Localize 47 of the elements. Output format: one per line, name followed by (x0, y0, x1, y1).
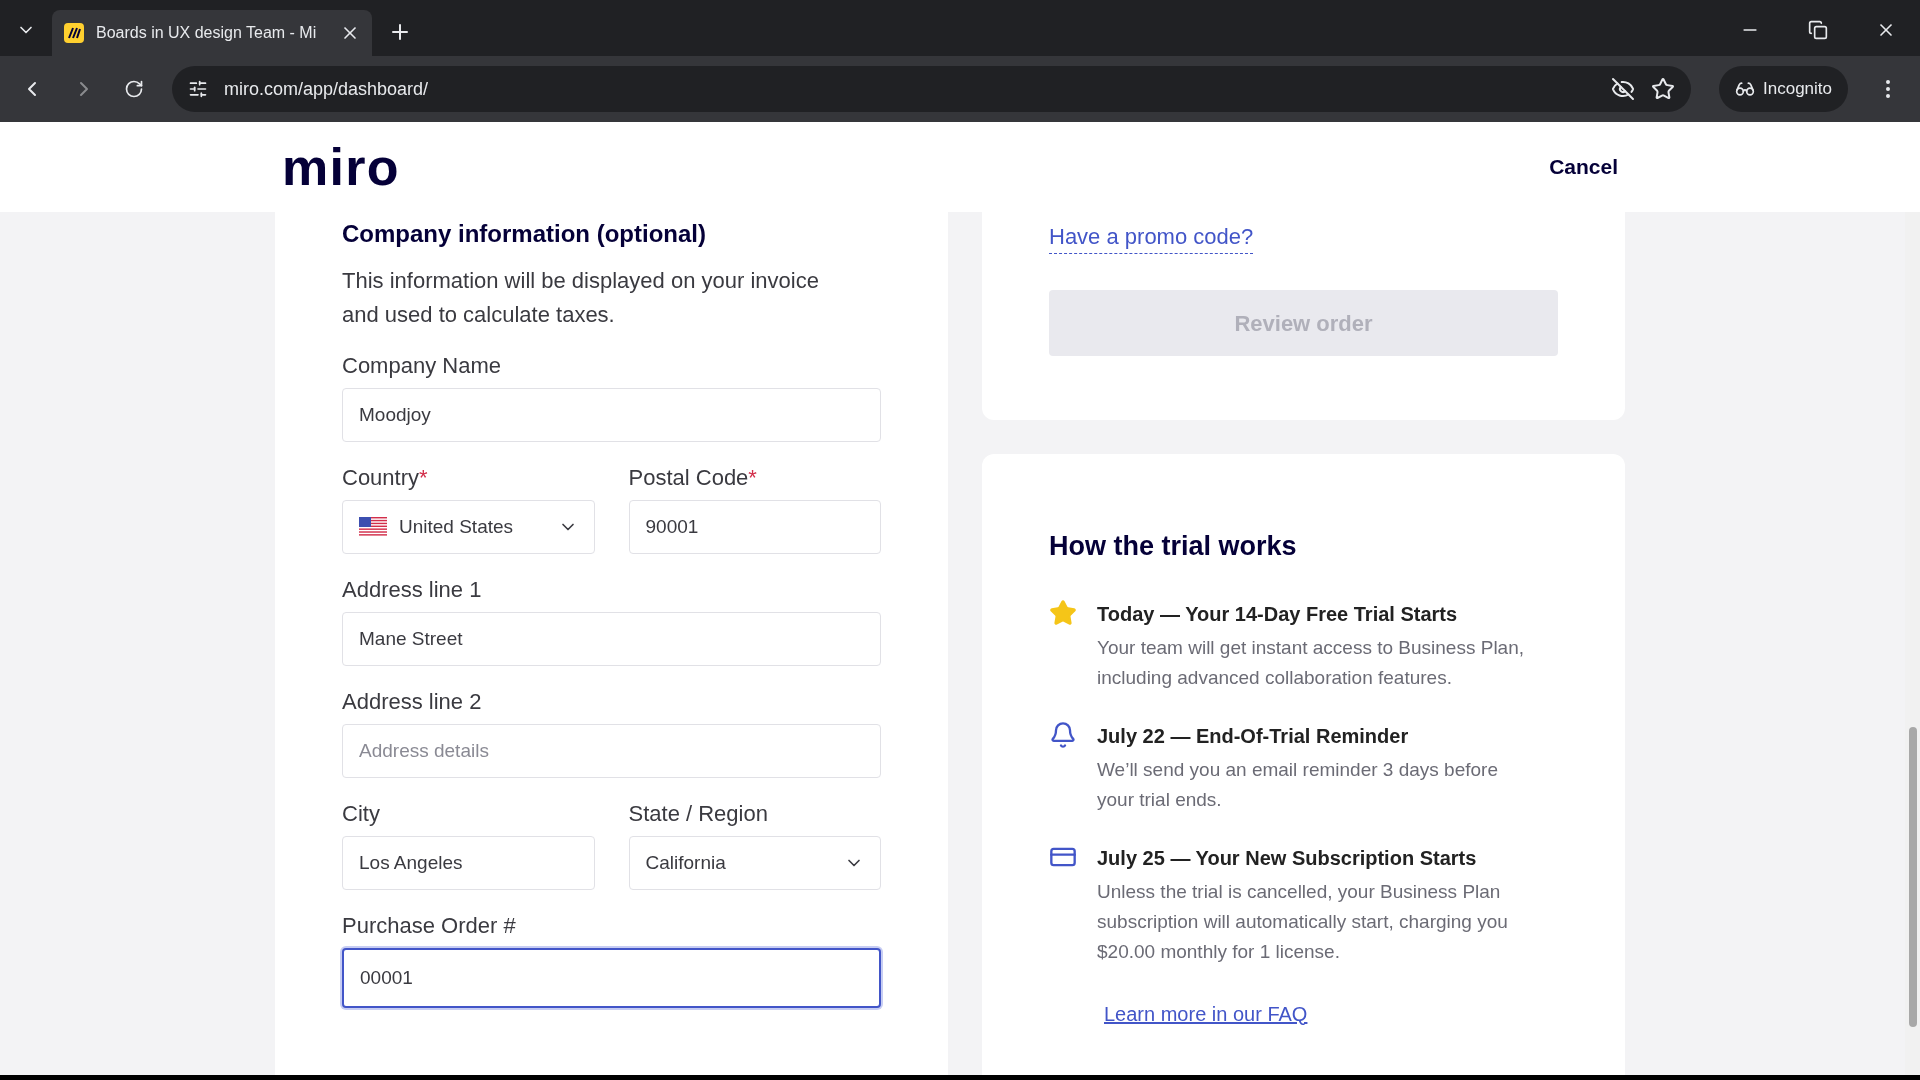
field-label: City (342, 800, 380, 828)
field-label: Purchase Order # (342, 912, 516, 940)
field-label: Address line 1 (342, 576, 482, 604)
site-settings-icon[interactable] (188, 79, 208, 99)
field-label: Postal Code (628, 464, 749, 492)
required-asterisk: * (419, 464, 428, 492)
text-field[interactable]: Address details (342, 724, 881, 778)
text-field[interactable]: Mane Street (342, 612, 881, 666)
browser-tab[interactable]: Boards in UX design Team - Mi (52, 10, 372, 56)
text-field[interactable]: 90001 (628, 500, 881, 554)
flag-icon (359, 517, 387, 537)
country-select[interactable]: United States (342, 500, 595, 554)
url-text: miro.com/app/dashboard/ (224, 77, 430, 101)
address-bar[interactable]: miro.com/app/dashboard/ (172, 66, 1691, 112)
logo: miro (282, 137, 400, 198)
restore-icon[interactable] (1808, 20, 1828, 40)
text-field[interactable]: Los Angeles (342, 836, 595, 890)
promo-code-link[interactable]: Have a promo code? (1049, 220, 1254, 254)
eye-off-icon[interactable] (1611, 77, 1635, 101)
faq-link[interactable]: Learn more in our FAQ (1104, 998, 1308, 1029)
field-label: Address line 2 (342, 688, 482, 716)
cancel-button[interactable]: Cancel (1549, 151, 1618, 183)
text-field[interactable]: 00001 (342, 948, 881, 1008)
field-label: Country (342, 464, 420, 492)
field-label: Company Name (342, 352, 501, 380)
step-description: Unless the trial is cancelled, your Business Plan subscription will automatically start, charging you $20.00 monthly for 1 license. (1097, 879, 1509, 964)
section-heading: Company information (optional) (342, 220, 707, 248)
required-asterisk: * (748, 464, 757, 492)
step-title: Today — Your 14-Day Free Trial Starts (1097, 601, 1459, 627)
trial-heading: How the trial works (1049, 530, 1298, 563)
star-icon (1049, 598, 1077, 627)
reload-icon[interactable] (124, 79, 144, 99)
step-title: July 22 — End-Of-Trial Reminder (1097, 723, 1410, 749)
incognito-badge[interactable]: Incognito (1719, 66, 1848, 112)
field-label: State / Region (628, 800, 768, 828)
step-title: July 25 — Your New Subscription Starts (1097, 845, 1478, 871)
section-description: This information will be displayed on your invoice and used to calculate taxes. (342, 267, 820, 329)
bookmark-icon[interactable] (1651, 77, 1675, 101)
text-field[interactable]: Moodjoy (342, 388, 881, 442)
incognito-icon (1735, 79, 1755, 99)
app-logo-icon (64, 23, 84, 43)
step-description: Your team will get instant access to Business Plan, including advanced collaboration features. (1097, 635, 1526, 690)
tab-title: Boards in UX design Team - Mi (96, 23, 318, 43)
state-select[interactable]: California (628, 836, 881, 890)
step-description: We’ll send you an email reminder 3 days before your trial ends. (1097, 757, 1499, 812)
scrollbar-thumb[interactable] (1908, 727, 1917, 1027)
bell-icon (1049, 720, 1077, 749)
